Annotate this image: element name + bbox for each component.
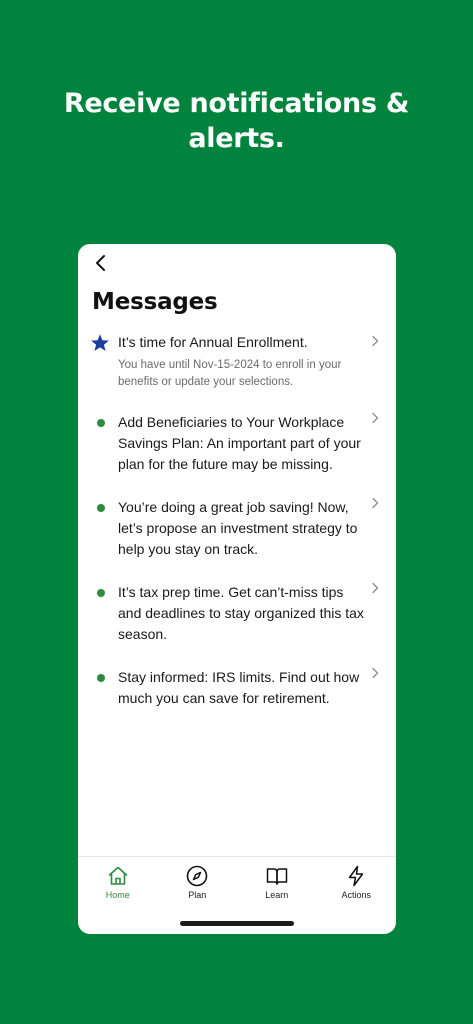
message-text: Stay informed: IRS limits. Find out how … (118, 669, 360, 706)
message-item-tax-prep[interactable]: It’s tax prep time. Get can’t-miss tips … (78, 582, 396, 648)
dot-icon (97, 589, 105, 597)
chevron-right-icon (372, 335, 379, 347)
book-icon (266, 868, 287, 885)
message-subtext: You have until Nov-15-2024 to enroll in … (118, 359, 342, 388)
promo-headline: Receive notifications & alerts. (0, 86, 473, 156)
dot-icon (97, 674, 105, 682)
star-icon (90, 333, 110, 358)
phone-screen: Messages It’s time for Annual Enrollment… (78, 244, 396, 934)
message-item-investment-strategy[interactable]: You’re doing a great job saving! Now, le… (78, 497, 396, 563)
chevron-right-icon (372, 412, 379, 424)
chevron-right-icon (372, 582, 379, 594)
promo-headline-line2: alerts. (188, 123, 285, 154)
chevron-left-icon (96, 255, 105, 271)
tab-label: Home (105, 890, 130, 900)
compass-icon (186, 865, 208, 887)
promo-headline-line1: Receive notifications & (63, 88, 410, 119)
chevron-right-icon (372, 667, 379, 679)
home-icon (108, 866, 128, 885)
tab-label: Plan (188, 890, 207, 900)
home-indicator[interactable] (180, 921, 294, 926)
tab-actions[interactable]: Actions (317, 857, 397, 934)
message-text: Add Beneficiaries to Your Workplace Savi… (118, 414, 361, 472)
dot-icon (97, 419, 105, 427)
message-item-enrollment[interactable]: It’s time for Annual Enrollment. You hav… (78, 332, 396, 398)
tab-label: Learn (265, 890, 289, 900)
chevron-right-icon (372, 497, 379, 509)
lightning-icon (349, 865, 364, 887)
message-text: It’s time for Annual Enrollment. (118, 334, 308, 350)
tab-home[interactable]: Home (78, 857, 158, 934)
message-item-irs-limits[interactable]: Stay informed: IRS limits. Find out how … (78, 667, 396, 711)
back-button[interactable] (90, 252, 112, 274)
message-text: It’s tax prep time. Get can’t-miss tips … (118, 584, 364, 642)
message-item-beneficiaries[interactable]: Add Beneficiaries to Your Workplace Savi… (78, 412, 396, 478)
message-text: You’re doing a great job saving! Now, le… (118, 499, 358, 557)
page-title: Messages (92, 289, 218, 315)
tab-label: Actions (341, 890, 371, 900)
dot-icon (97, 504, 105, 512)
